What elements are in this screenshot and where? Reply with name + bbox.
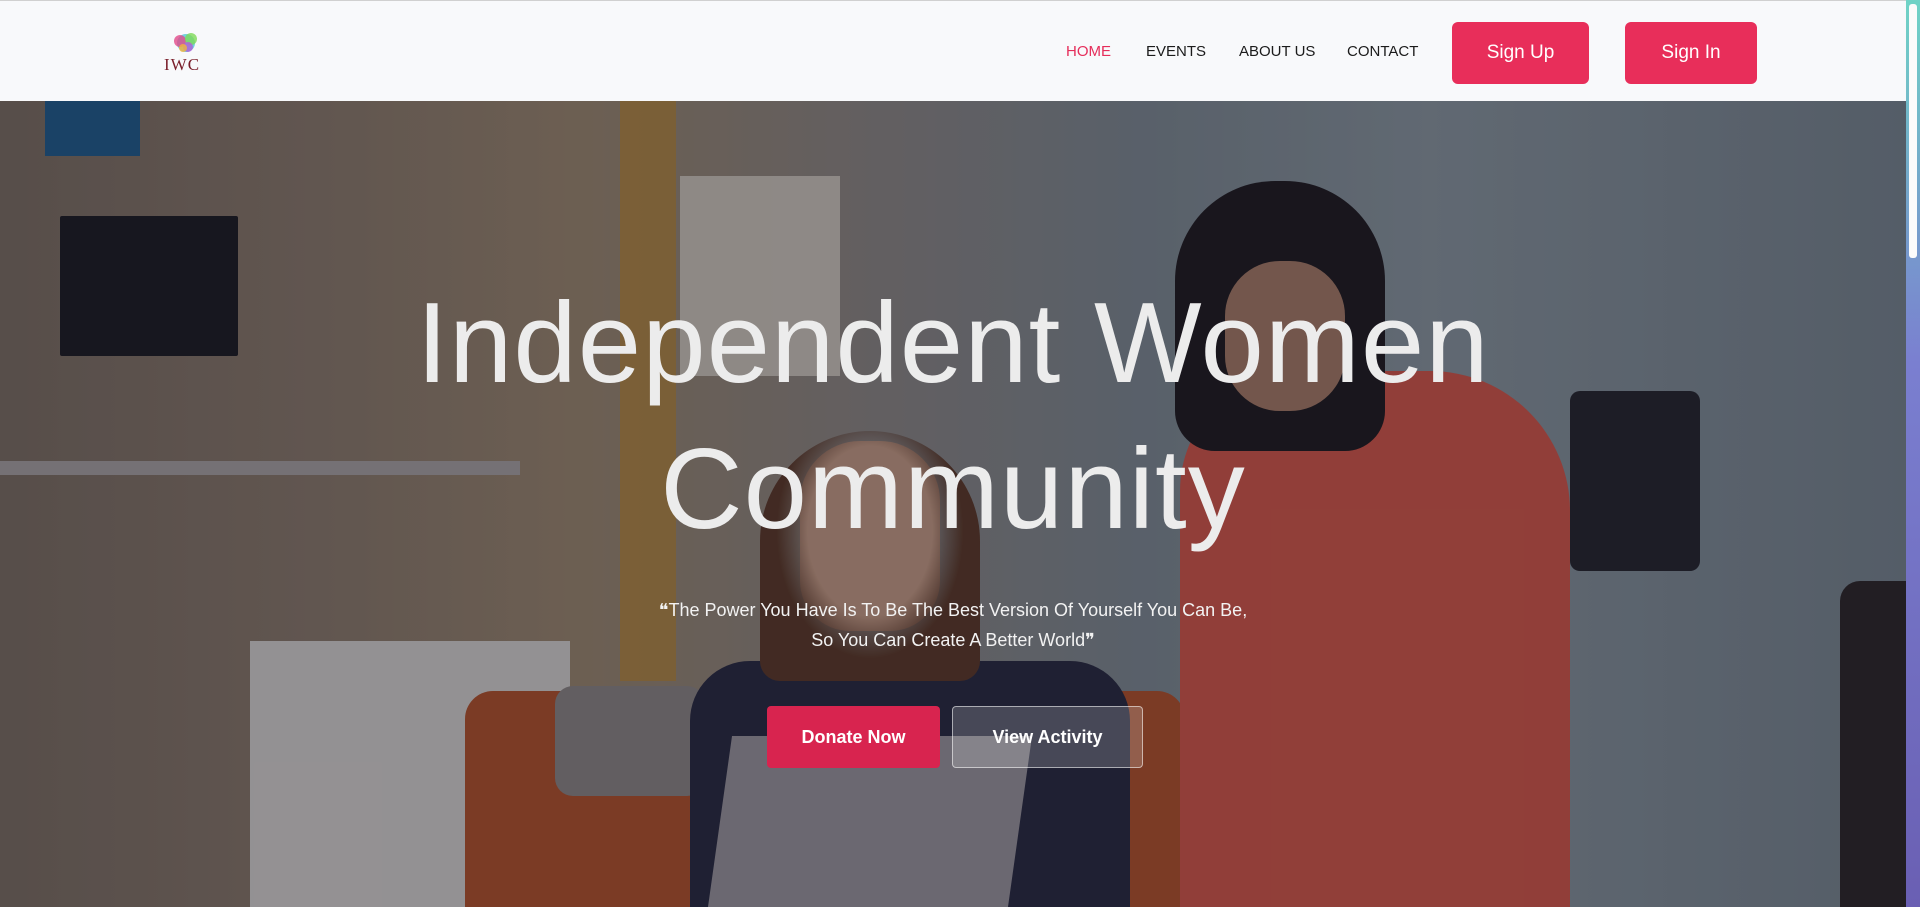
nav-home[interactable]: HOME — [1066, 43, 1111, 60]
nav-contact[interactable]: CONTACT — [1347, 43, 1418, 60]
site-logo[interactable]: IWC — [160, 29, 214, 79]
hero-title-line-2: Community — [660, 426, 1246, 553]
hero-section: Independent Women Community ❝The Power Y… — [0, 101, 1906, 907]
nav-events[interactable]: EVENTS — [1146, 43, 1206, 60]
sign-in-button[interactable]: Sign In — [1625, 22, 1757, 84]
sign-up-button[interactable]: Sign Up — [1452, 22, 1589, 84]
hero-title: Independent Women Community — [0, 271, 1906, 563]
hero-title-line-1: Independent Women — [416, 280, 1490, 407]
page: IWC HOME EVENTS ABOUT US CONTACT Sign Up… — [0, 0, 1906, 907]
nav-about-us[interactable]: ABOUT US — [1239, 43, 1315, 60]
logo-text: IWC — [164, 55, 201, 74]
hero-quote: ❝The Power You Have Is To Be The Best Ve… — [658, 600, 1248, 650]
donate-now-button[interactable]: Donate Now — [767, 706, 940, 768]
scrollbar-thumb[interactable] — [1909, 4, 1917, 258]
site-header: IWC HOME EVENTS ABOUT US CONTACT Sign Up… — [0, 0, 1906, 101]
view-activity-button[interactable]: View Activity — [952, 706, 1143, 768]
